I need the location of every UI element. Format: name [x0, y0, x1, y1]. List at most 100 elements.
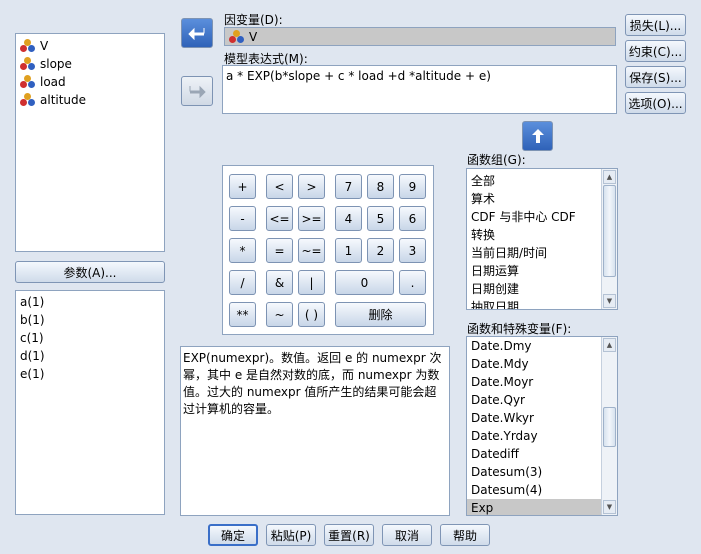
- function-group-item[interactable]: 当前日期/时间: [467, 243, 617, 261]
- param-item[interactable]: d(1): [16, 347, 164, 365]
- keypad-key[interactable]: >: [298, 174, 325, 199]
- keypad-key[interactable]: ( ): [298, 302, 325, 327]
- move-to-dependent-button[interactable]: [181, 18, 213, 48]
- function-item[interactable]: Datesum(4): [467, 481, 617, 499]
- function-item[interactable]: Datediff: [467, 445, 617, 463]
- function-group-label: 函数组(G):: [467, 153, 526, 167]
- functions-label: 函数和特殊变量(F):: [467, 322, 572, 336]
- function-item[interactable]: Datesum(3): [467, 463, 617, 481]
- variable-item[interactable]: slope: [16, 55, 164, 73]
- help-button[interactable]: 帮助: [440, 524, 490, 546]
- variable-label: altitude: [40, 93, 87, 107]
- options-button[interactable]: 选项(O)...: [625, 92, 686, 114]
- keypad-key[interactable]: 5: [367, 206, 394, 231]
- model-expression-input[interactable]: a * EXP(b*slope + c * load +d *altitude …: [222, 65, 617, 114]
- keypad-key[interactable]: |: [298, 270, 325, 295]
- scroll-down-icon[interactable]: ▼: [603, 500, 616, 514]
- keypad-key[interactable]: 4: [335, 206, 362, 231]
- keypad-key[interactable]: <: [266, 174, 293, 199]
- keypad-key[interactable]: <=: [266, 206, 293, 231]
- scale-variable-icon: [20, 75, 36, 89]
- ok-button[interactable]: 确定: [208, 524, 258, 546]
- keypad-key[interactable]: +: [229, 174, 256, 199]
- keypad-key[interactable]: =: [266, 238, 293, 263]
- scroll-up-icon[interactable]: ▲: [603, 338, 616, 352]
- keypad-key[interactable]: 6: [399, 206, 426, 231]
- cancel-button[interactable]: 取消: [382, 524, 432, 546]
- function-group-scrollbar[interactable]: ▲ ▼: [601, 169, 617, 309]
- function-group-item[interactable]: CDF 与非中心 CDF: [467, 207, 617, 225]
- functions-scrollbar[interactable]: ▲ ▼: [601, 337, 617, 515]
- param-item[interactable]: c(1): [16, 329, 164, 347]
- keypad-key[interactable]: 9: [399, 174, 426, 199]
- keypad-key[interactable]: &: [266, 270, 293, 295]
- function-item[interactable]: Date.Qyr: [467, 391, 617, 409]
- keypad-key[interactable]: 8: [367, 174, 394, 199]
- keypad-key[interactable]: 1: [335, 238, 362, 263]
- dependent-label: 因变量(D):: [224, 13, 283, 27]
- params-button[interactable]: 参数(A)...: [15, 261, 165, 283]
- variable-label: slope: [40, 57, 72, 71]
- variable-label: load: [40, 75, 66, 89]
- arrow-right-icon: [189, 85, 206, 98]
- function-group-item[interactable]: 日期创建: [467, 279, 617, 297]
- variable-item[interactable]: V: [16, 37, 164, 55]
- paste-button[interactable]: 粘贴(P): [266, 524, 316, 546]
- functions-list[interactable]: ▲ ▼ Date.Dmy Date.Mdy Date.Moyr Date.Qyr Dat…: [466, 336, 618, 516]
- keypad-key[interactable]: 7: [335, 174, 362, 199]
- scale-variable-icon: [20, 39, 36, 53]
- keypad-key[interactable]: >=: [298, 206, 325, 231]
- param-item[interactable]: b(1): [16, 311, 164, 329]
- arrow-left-icon: [188, 27, 205, 40]
- param-item[interactable]: e(1): [16, 365, 164, 383]
- constraints-button[interactable]: 约束(C)...: [625, 40, 686, 62]
- function-group-item[interactable]: 抽取日期: [467, 297, 617, 310]
- keypad: + < >7 8 9 - <= >= 4 5 6 * = ~= 1 2 3 /& | 0. ** ~( ) 删除: [222, 165, 434, 335]
- params-list[interactable]: a(1) b(1) c(1) d(1) e(1): [15, 290, 165, 515]
- scroll-down-icon[interactable]: ▼: [603, 294, 616, 308]
- variable-item[interactable]: load: [16, 73, 164, 91]
- param-item[interactable]: a(1): [16, 293, 164, 311]
- description-text: EXP(numexpr)。数值。返回 e 的 numexpr 次幂，其中 e 是…: [183, 351, 442, 416]
- function-item[interactable]: Exp: [467, 499, 603, 515]
- keypad-key[interactable]: 0: [335, 270, 394, 295]
- function-group-item[interactable]: 转换: [467, 225, 617, 243]
- function-item[interactable]: Date.Mdy: [467, 355, 617, 373]
- keypad-key[interactable]: **: [229, 302, 256, 327]
- function-description: EXP(numexpr)。数值。返回 e 的 numexpr 次幂，其中 e 是…: [180, 346, 450, 516]
- function-group-item[interactable]: 算术: [467, 189, 617, 207]
- variable-item[interactable]: altitude: [16, 91, 164, 109]
- model-expression-text: a * EXP(b*slope + c * load +d *altitude …: [226, 69, 491, 83]
- function-item[interactable]: Date.Moyr: [467, 373, 617, 391]
- keypad-key[interactable]: *: [229, 238, 256, 263]
- keypad-key[interactable]: .: [399, 270, 426, 295]
- keypad-key[interactable]: -: [229, 206, 256, 231]
- scale-variable-icon: [229, 29, 245, 44]
- function-group-list[interactable]: ▲ ▼ 全部 算术 CDF 与非中心 CDF 转换 当前日期/时间 日期运算 日期创建 抽取日…: [466, 168, 618, 310]
- variable-list[interactable]: Vslope load altitude: [15, 33, 165, 252]
- keypad-key[interactable]: ~: [266, 302, 293, 327]
- scroll-up-icon[interactable]: ▲: [603, 170, 616, 184]
- function-item[interactable]: Date.Dmy: [467, 337, 617, 355]
- move-to-model-button[interactable]: [181, 76, 213, 106]
- save-button[interactable]: 保存(S)...: [625, 66, 686, 88]
- reset-button[interactable]: 重置(R): [324, 524, 374, 546]
- scroll-thumb[interactable]: [603, 407, 616, 447]
- scale-variable-icon: [20, 93, 36, 107]
- keypad-key[interactable]: 3: [399, 238, 426, 263]
- scroll-thumb[interactable]: [603, 185, 616, 277]
- keypad-key[interactable]: ~=: [298, 238, 325, 263]
- function-item[interactable]: Date.Yrday: [467, 427, 617, 445]
- keypad-key[interactable]: 删除: [335, 302, 426, 327]
- keypad-key[interactable]: 2: [367, 238, 394, 263]
- arrow-up-icon: [531, 129, 544, 143]
- dependent-field[interactable]: V: [224, 27, 616, 46]
- move-function-button[interactable]: [522, 121, 553, 151]
- loss-button[interactable]: 损失(L)...: [625, 14, 686, 36]
- function-item[interactable]: Date.Wkyr: [467, 409, 617, 427]
- function-group-item[interactable]: 全部: [467, 171, 617, 189]
- dependent-value: V: [249, 29, 258, 44]
- variable-label: V: [40, 39, 49, 53]
- keypad-key[interactable]: /: [229, 270, 256, 295]
- function-group-item[interactable]: 日期运算: [467, 261, 617, 279]
